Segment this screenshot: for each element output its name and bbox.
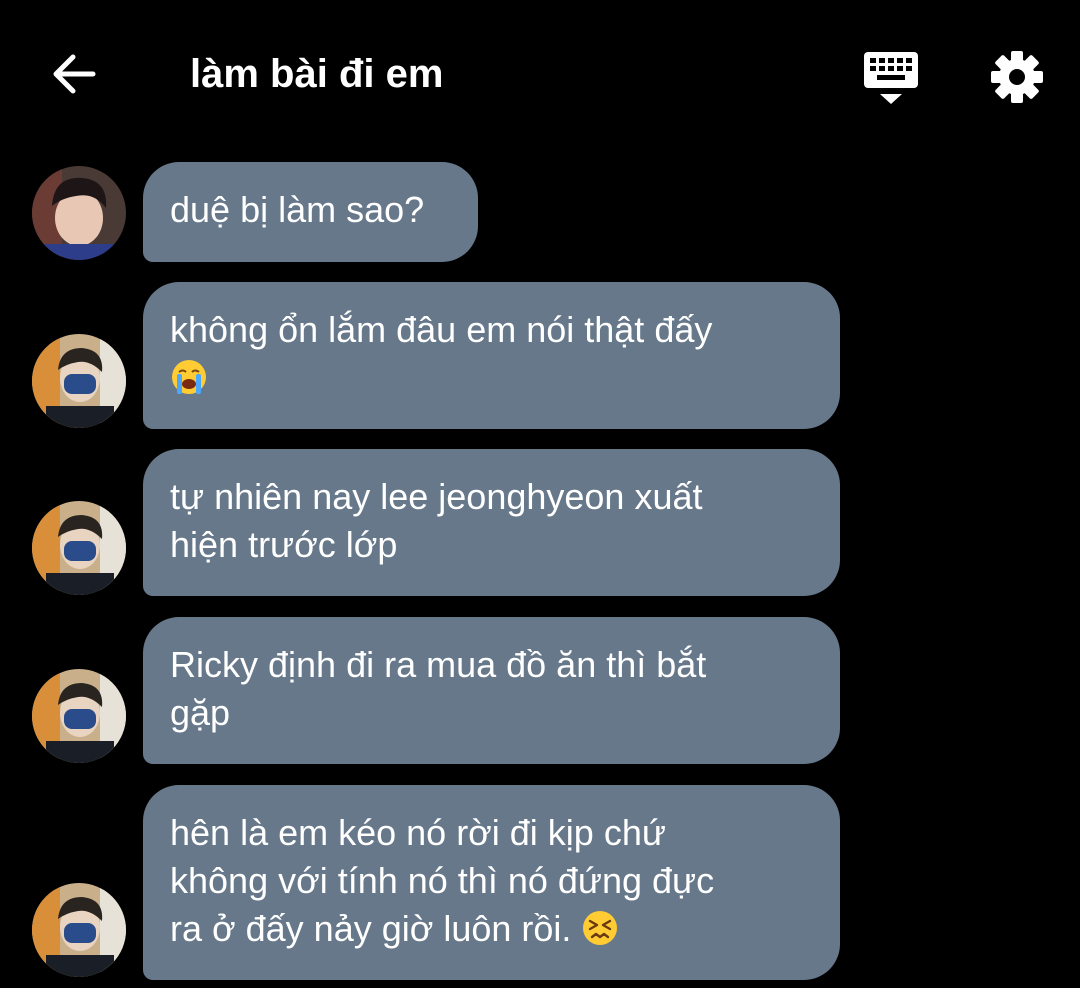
avatar[interactable] [32,501,126,595]
message-text: không ổn lắm đâu em nói thật đấy [170,309,713,350]
profile-photo [32,501,126,595]
message-text-line [170,354,812,402]
gear-icon [991,51,1043,103]
message-text: Ricky định đi ra mua đồ ăn thì bắt [170,644,707,685]
avatar[interactable] [32,166,126,260]
message-row: hên là em kéo nó rời đi kịp chứ không vớ… [0,785,1080,983]
message-bubble[interactable]: tự nhiên nay lee jeonghyeon xuất hiện tr… [143,449,840,596]
message-text: hiện trước lớp [170,524,398,565]
back-button[interactable] [44,44,104,104]
settings-button[interactable] [984,44,1050,110]
message-bubble[interactable]: Ricky định đi ra mua đồ ăn thì bắt gặp [143,617,840,764]
profile-photo [32,669,126,763]
message-text: duệ bị làm sao? [170,189,425,230]
message-text: gặp [170,692,231,733]
message-row: tự nhiên nay lee jeonghyeon xuất hiện tr… [0,449,1080,597]
message-text: tự nhiên nay lee jeonghyeon xuất [170,476,703,517]
message-text: không với tính nó thì nó đứng đực [170,860,715,901]
persevering-face-icon [583,911,618,945]
arrow-left-icon [53,54,96,94]
message-text-line: ra ở đấy nảy giờ luôn rồi. [170,905,812,953]
profile-photo [32,166,126,260]
loudly-crying-face-icon [172,360,206,394]
message-row: không ổn lắm đâu em nói thật đấy [0,282,1080,430]
profile-photo [32,334,126,428]
chat-title: làm bài đi em [190,52,444,96]
chat-header: làm bài đi em [0,0,1080,150]
profile-photo [32,883,126,977]
message-bubble[interactable]: hên là em kéo nó rời đi kịp chứ không vớ… [143,785,840,980]
message-row: duệ bị làm sao? [0,160,1080,265]
avatar[interactable] [32,669,126,763]
keyboard-button[interactable] [858,48,924,108]
message-row: Ricky định đi ra mua đồ ăn thì bắt gặp [0,617,1080,765]
keyboard-icon [864,52,918,104]
avatar[interactable] [32,883,126,977]
message-text: ra ở đấy nảy giờ luôn rồi. [170,908,572,949]
message-bubble[interactable]: không ổn lắm đâu em nói thật đấy [143,282,840,429]
message-text: hên là em kéo nó rời đi kịp chứ [170,812,666,853]
avatar[interactable] [32,334,126,428]
message-bubble[interactable]: duệ bị làm sao? [143,162,478,262]
